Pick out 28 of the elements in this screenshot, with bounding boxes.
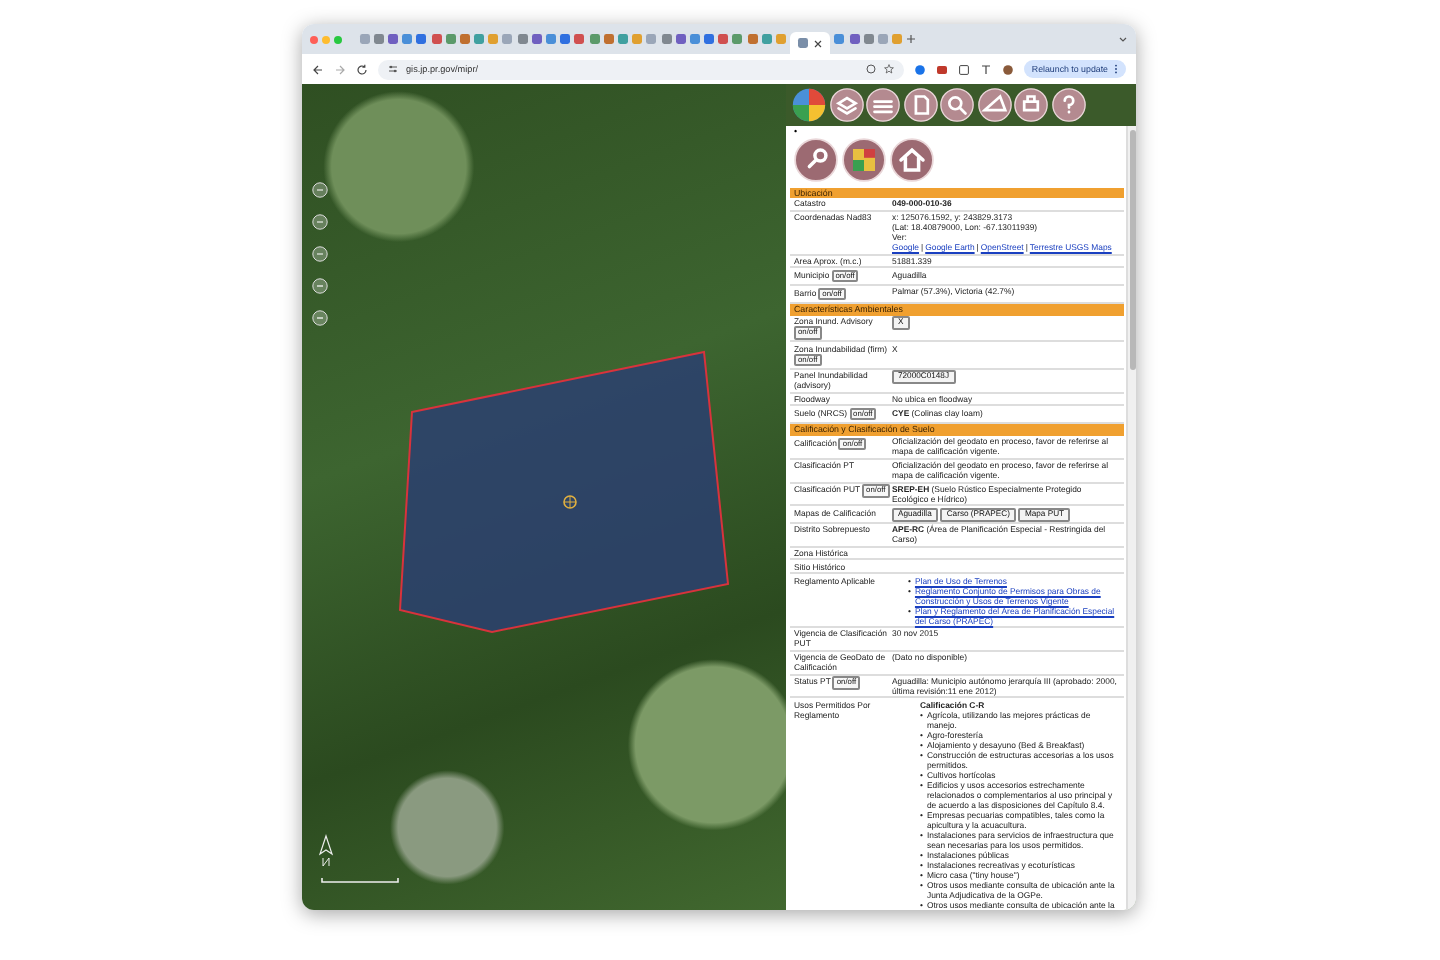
search-icon[interactable]	[940, 88, 974, 122]
close-window-icon[interactable]	[310, 35, 318, 43]
extension-icon[interactable]	[1001, 63, 1014, 75]
zoning-map-icon[interactable]	[842, 138, 886, 182]
reload-icon[interactable]	[356, 63, 368, 75]
chevron-down-icon[interactable]	[1118, 34, 1128, 44]
close-tab-icon[interactable]	[814, 39, 823, 47]
scale-bar	[321, 877, 399, 883]
north-arrow-icon	[318, 834, 334, 867]
sidebar-icon[interactable]	[957, 63, 970, 75]
ruler-icon[interactable]	[977, 88, 1011, 122]
print-icon[interactable]	[1014, 88, 1048, 122]
back-icon[interactable]	[312, 63, 324, 75]
stack-icon[interactable]	[866, 88, 900, 122]
layers-icon[interactable]	[829, 88, 863, 122]
house-icon[interactable]	[890, 138, 934, 182]
tab-favicon-icon[interactable]	[798, 38, 809, 48]
document-icon[interactable]	[903, 88, 937, 122]
forward-icon[interactable]	[334, 63, 346, 75]
extension-icon[interactable]	[979, 63, 992, 75]
zoom-out-icon[interactable]	[312, 214, 328, 230]
crosshair-icon	[563, 495, 577, 509]
site-settings-icon[interactable]	[388, 64, 398, 74]
star-icon[interactable]	[883, 64, 894, 74]
map-app-icon[interactable]	[792, 88, 826, 122]
help-icon[interactable]	[1051, 88, 1085, 122]
key-search-icon[interactable]	[794, 138, 838, 182]
new-tab-icon[interactable]	[906, 34, 917, 44]
